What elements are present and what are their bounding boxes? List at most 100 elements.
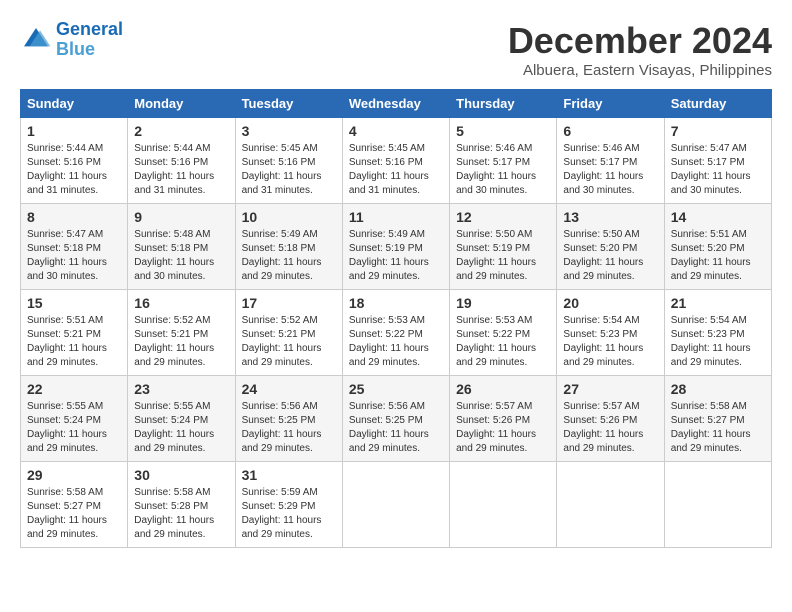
calendar-cell: 10 Sunrise: 5:49 AMSunset: 5:18 PMDaylig…: [235, 204, 342, 290]
week-row-1: 1 Sunrise: 5:44 AMSunset: 5:16 PMDayligh…: [21, 118, 772, 204]
page-header: General Blue December 2024 Albuera, East…: [20, 20, 772, 79]
day-info: Sunrise: 5:55 AMSunset: 5:24 PMDaylight:…: [134, 401, 214, 454]
day-number: 13: [563, 209, 657, 225]
day-info: Sunrise: 5:55 AMSunset: 5:24 PMDaylight:…: [27, 401, 107, 454]
calendar-cell: 21 Sunrise: 5:54 AMSunset: 5:23 PMDaylig…: [664, 290, 771, 376]
calendar-cell: 14 Sunrise: 5:51 AMSunset: 5:20 PMDaylig…: [664, 204, 771, 290]
day-number: 16: [134, 295, 228, 311]
day-number: 28: [671, 381, 765, 397]
calendar-cell: 1 Sunrise: 5:44 AMSunset: 5:16 PMDayligh…: [21, 118, 128, 204]
day-info: Sunrise: 5:47 AMSunset: 5:17 PMDaylight:…: [671, 143, 751, 196]
day-number: 4: [349, 123, 443, 139]
week-row-5: 29 Sunrise: 5:58 AMSunset: 5:27 PMDaylig…: [21, 462, 772, 548]
day-number: 7: [671, 123, 765, 139]
day-number: 11: [349, 209, 443, 225]
calendar-table: SundayMondayTuesdayWednesdayThursdayFrid…: [20, 89, 772, 548]
day-info: Sunrise: 5:51 AMSunset: 5:21 PMDaylight:…: [27, 315, 107, 368]
day-info: Sunrise: 5:58 AMSunset: 5:27 PMDaylight:…: [27, 487, 107, 540]
logo-text: General Blue: [56, 20, 123, 60]
day-number: 22: [27, 381, 121, 397]
day-info: Sunrise: 5:58 AMSunset: 5:28 PMDaylight:…: [134, 487, 214, 540]
calendar-cell: 18 Sunrise: 5:53 AMSunset: 5:22 PMDaylig…: [342, 290, 449, 376]
month-title: December 2024: [508, 20, 772, 62]
calendar-cell: 2 Sunrise: 5:44 AMSunset: 5:16 PMDayligh…: [128, 118, 235, 204]
day-info: Sunrise: 5:58 AMSunset: 5:27 PMDaylight:…: [671, 401, 751, 454]
calendar-cell: 19 Sunrise: 5:53 AMSunset: 5:22 PMDaylig…: [450, 290, 557, 376]
calendar-cell: [664, 462, 771, 548]
day-info: Sunrise: 5:44 AMSunset: 5:16 PMDaylight:…: [134, 143, 214, 196]
weekday-header-thursday: Thursday: [450, 90, 557, 118]
calendar-cell: 15 Sunrise: 5:51 AMSunset: 5:21 PMDaylig…: [21, 290, 128, 376]
calendar-cell: 4 Sunrise: 5:45 AMSunset: 5:16 PMDayligh…: [342, 118, 449, 204]
day-info: Sunrise: 5:54 AMSunset: 5:23 PMDaylight:…: [563, 315, 643, 368]
calendar-cell: 3 Sunrise: 5:45 AMSunset: 5:16 PMDayligh…: [235, 118, 342, 204]
day-info: Sunrise: 5:46 AMSunset: 5:17 PMDaylight:…: [456, 143, 536, 196]
calendar-cell: 8 Sunrise: 5:47 AMSunset: 5:18 PMDayligh…: [21, 204, 128, 290]
day-info: Sunrise: 5:49 AMSunset: 5:19 PMDaylight:…: [349, 229, 429, 282]
day-number: 1: [27, 123, 121, 139]
weekday-header-saturday: Saturday: [664, 90, 771, 118]
day-number: 19: [456, 295, 550, 311]
calendar-cell: 27 Sunrise: 5:57 AMSunset: 5:26 PMDaylig…: [557, 376, 664, 462]
calendar-cell: 28 Sunrise: 5:58 AMSunset: 5:27 PMDaylig…: [664, 376, 771, 462]
day-info: Sunrise: 5:50 AMSunset: 5:20 PMDaylight:…: [563, 229, 643, 282]
calendar-cell: 11 Sunrise: 5:49 AMSunset: 5:19 PMDaylig…: [342, 204, 449, 290]
day-info: Sunrise: 5:56 AMSunset: 5:25 PMDaylight:…: [349, 401, 429, 454]
day-info: Sunrise: 5:44 AMSunset: 5:16 PMDaylight:…: [27, 143, 107, 196]
calendar-cell: [450, 462, 557, 548]
day-info: Sunrise: 5:57 AMSunset: 5:26 PMDaylight:…: [456, 401, 536, 454]
day-number: 26: [456, 381, 550, 397]
weekday-header-tuesday: Tuesday: [235, 90, 342, 118]
calendar-cell: 31 Sunrise: 5:59 AMSunset: 5:29 PMDaylig…: [235, 462, 342, 548]
title-area: December 2024 Albuera, Eastern Visayas, …: [508, 20, 772, 79]
day-info: Sunrise: 5:45 AMSunset: 5:16 PMDaylight:…: [242, 143, 322, 196]
calendar-cell: 16 Sunrise: 5:52 AMSunset: 5:21 PMDaylig…: [128, 290, 235, 376]
day-info: Sunrise: 5:57 AMSunset: 5:26 PMDaylight:…: [563, 401, 643, 454]
day-number: 6: [563, 123, 657, 139]
calendar-cell: 25 Sunrise: 5:56 AMSunset: 5:25 PMDaylig…: [342, 376, 449, 462]
day-number: 21: [671, 295, 765, 311]
day-number: 10: [242, 209, 336, 225]
day-info: Sunrise: 5:54 AMSunset: 5:23 PMDaylight:…: [671, 315, 751, 368]
weekday-header-monday: Monday: [128, 90, 235, 118]
day-number: 29: [27, 467, 121, 483]
calendar-cell: 7 Sunrise: 5:47 AMSunset: 5:17 PMDayligh…: [664, 118, 771, 204]
day-info: Sunrise: 5:56 AMSunset: 5:25 PMDaylight:…: [242, 401, 322, 454]
day-number: 5: [456, 123, 550, 139]
weekday-header-sunday: Sunday: [21, 90, 128, 118]
day-number: 17: [242, 295, 336, 311]
day-number: 3: [242, 123, 336, 139]
calendar-cell: 9 Sunrise: 5:48 AMSunset: 5:18 PMDayligh…: [128, 204, 235, 290]
day-number: 15: [27, 295, 121, 311]
calendar-cell: 13 Sunrise: 5:50 AMSunset: 5:20 PMDaylig…: [557, 204, 664, 290]
day-number: 24: [242, 381, 336, 397]
day-number: 2: [134, 123, 228, 139]
weekday-header-row: SundayMondayTuesdayWednesdayThursdayFrid…: [21, 90, 772, 118]
day-info: Sunrise: 5:48 AMSunset: 5:18 PMDaylight:…: [134, 229, 214, 282]
calendar-cell: 22 Sunrise: 5:55 AMSunset: 5:24 PMDaylig…: [21, 376, 128, 462]
calendar-cell: 17 Sunrise: 5:52 AMSunset: 5:21 PMDaylig…: [235, 290, 342, 376]
week-row-4: 22 Sunrise: 5:55 AMSunset: 5:24 PMDaylig…: [21, 376, 772, 462]
calendar-cell: 5 Sunrise: 5:46 AMSunset: 5:17 PMDayligh…: [450, 118, 557, 204]
day-number: 8: [27, 209, 121, 225]
day-info: Sunrise: 5:52 AMSunset: 5:21 PMDaylight:…: [134, 315, 214, 368]
day-number: 25: [349, 381, 443, 397]
day-number: 31: [242, 467, 336, 483]
logo: General Blue: [20, 20, 123, 60]
weekday-header-wednesday: Wednesday: [342, 90, 449, 118]
day-info: Sunrise: 5:49 AMSunset: 5:18 PMDaylight:…: [242, 229, 322, 282]
calendar-cell: [557, 462, 664, 548]
day-info: Sunrise: 5:46 AMSunset: 5:17 PMDaylight:…: [563, 143, 643, 196]
day-info: Sunrise: 5:47 AMSunset: 5:18 PMDaylight:…: [27, 229, 107, 282]
day-number: 18: [349, 295, 443, 311]
day-number: 14: [671, 209, 765, 225]
week-row-2: 8 Sunrise: 5:47 AMSunset: 5:18 PMDayligh…: [21, 204, 772, 290]
day-info: Sunrise: 5:50 AMSunset: 5:19 PMDaylight:…: [456, 229, 536, 282]
day-number: 27: [563, 381, 657, 397]
calendar-cell: 23 Sunrise: 5:55 AMSunset: 5:24 PMDaylig…: [128, 376, 235, 462]
calendar-cell: 12 Sunrise: 5:50 AMSunset: 5:19 PMDaylig…: [450, 204, 557, 290]
location: Albuera, Eastern Visayas, Philippines: [508, 62, 772, 79]
day-info: Sunrise: 5:53 AMSunset: 5:22 PMDaylight:…: [349, 315, 429, 368]
day-info: Sunrise: 5:59 AMSunset: 5:29 PMDaylight:…: [242, 487, 322, 540]
day-number: 20: [563, 295, 657, 311]
